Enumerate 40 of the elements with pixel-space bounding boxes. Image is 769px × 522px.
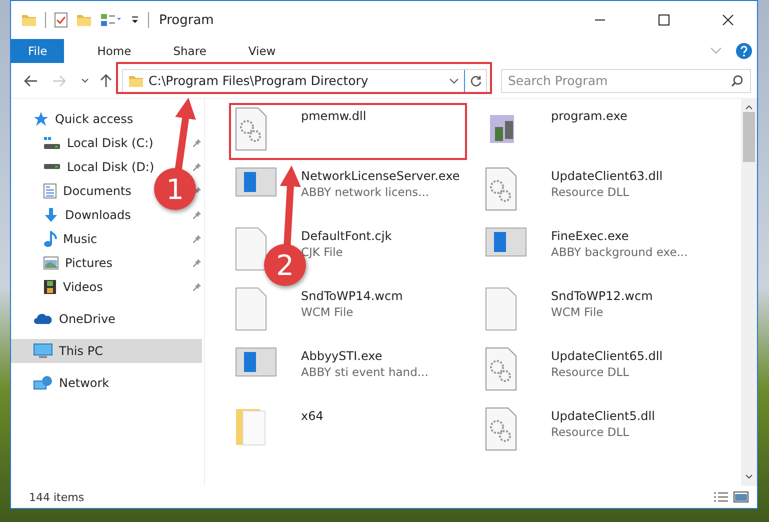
sidebar-item[interactable]: Documents — [11, 179, 132, 203]
sidebar-item[interactable]: Local Disk (D:) — [11, 155, 154, 179]
file-type: WCM File — [301, 305, 354, 319]
address-bar[interactable]: C:\Program Files\Program Directory — [122, 68, 487, 92]
file-name[interactable]: UpdateClient63.dll — [551, 169, 741, 183]
sidebar-item[interactable]: Videos — [11, 275, 103, 299]
file-name[interactable]: UpdateClient5.dll — [551, 409, 741, 423]
file-name[interactable]: x64 — [301, 409, 481, 423]
file-name[interactable]: NetworkLicenseServer.exe — [301, 169, 481, 183]
sidebar-item[interactable]: Music — [11, 227, 98, 251]
sidebar-item[interactable]: Pictures — [11, 251, 113, 275]
file-name[interactable]: DefaultFont.cjk — [301, 229, 481, 243]
ribbon-tab[interactable]: File — [11, 39, 64, 63]
ribbon-tab[interactable]: Share — [158, 39, 222, 63]
file-name[interactable]: AbbyySTI.exe — [301, 349, 481, 363]
file-name[interactable]: program.exe — [551, 109, 741, 123]
file-type: Resource DLL — [551, 185, 630, 199]
file-type: ABBY background exe... — [551, 245, 689, 259]
sidebar-item[interactable]: Network — [11, 371, 110, 395]
file-type: ABBY sti event hand... — [301, 365, 430, 379]
sidebar-item[interactable]: Local Disk (C:) — [11, 131, 154, 155]
file-name[interactable]: SndToWP14.wcm — [301, 289, 481, 303]
item-count: 144 items — [29, 490, 86, 504]
file-name[interactable]: pmemw.dll — [301, 109, 481, 123]
window-title: Program — [159, 12, 215, 28]
file-name[interactable]: SndToWP12.wcm — [551, 289, 741, 303]
search-field[interactable]: Search Program — [501, 68, 751, 92]
sidebar-item[interactable]: This PC — [11, 339, 202, 363]
sidebar-item[interactable]: OneDrive — [11, 307, 116, 331]
file-name[interactable]: FineExec.exe — [551, 229, 741, 243]
address-path: C:\Program Files\Program Directory — [148, 73, 370, 88]
ribbon-tab[interactable]: Home — [82, 39, 146, 63]
sidebar-item[interactable]: Downloads — [11, 203, 131, 227]
file-type: Resource DLL — [551, 425, 630, 439]
file-type: ABBY network licens... — [301, 185, 430, 199]
file-type: WCM File — [551, 305, 604, 319]
ribbon-tab[interactable]: View — [233, 39, 291, 63]
file-type: Resource DLL — [551, 365, 630, 379]
sidebar-item[interactable]: Quick access — [11, 107, 134, 131]
file-name[interactable]: UpdateClient65.dll — [551, 349, 741, 363]
